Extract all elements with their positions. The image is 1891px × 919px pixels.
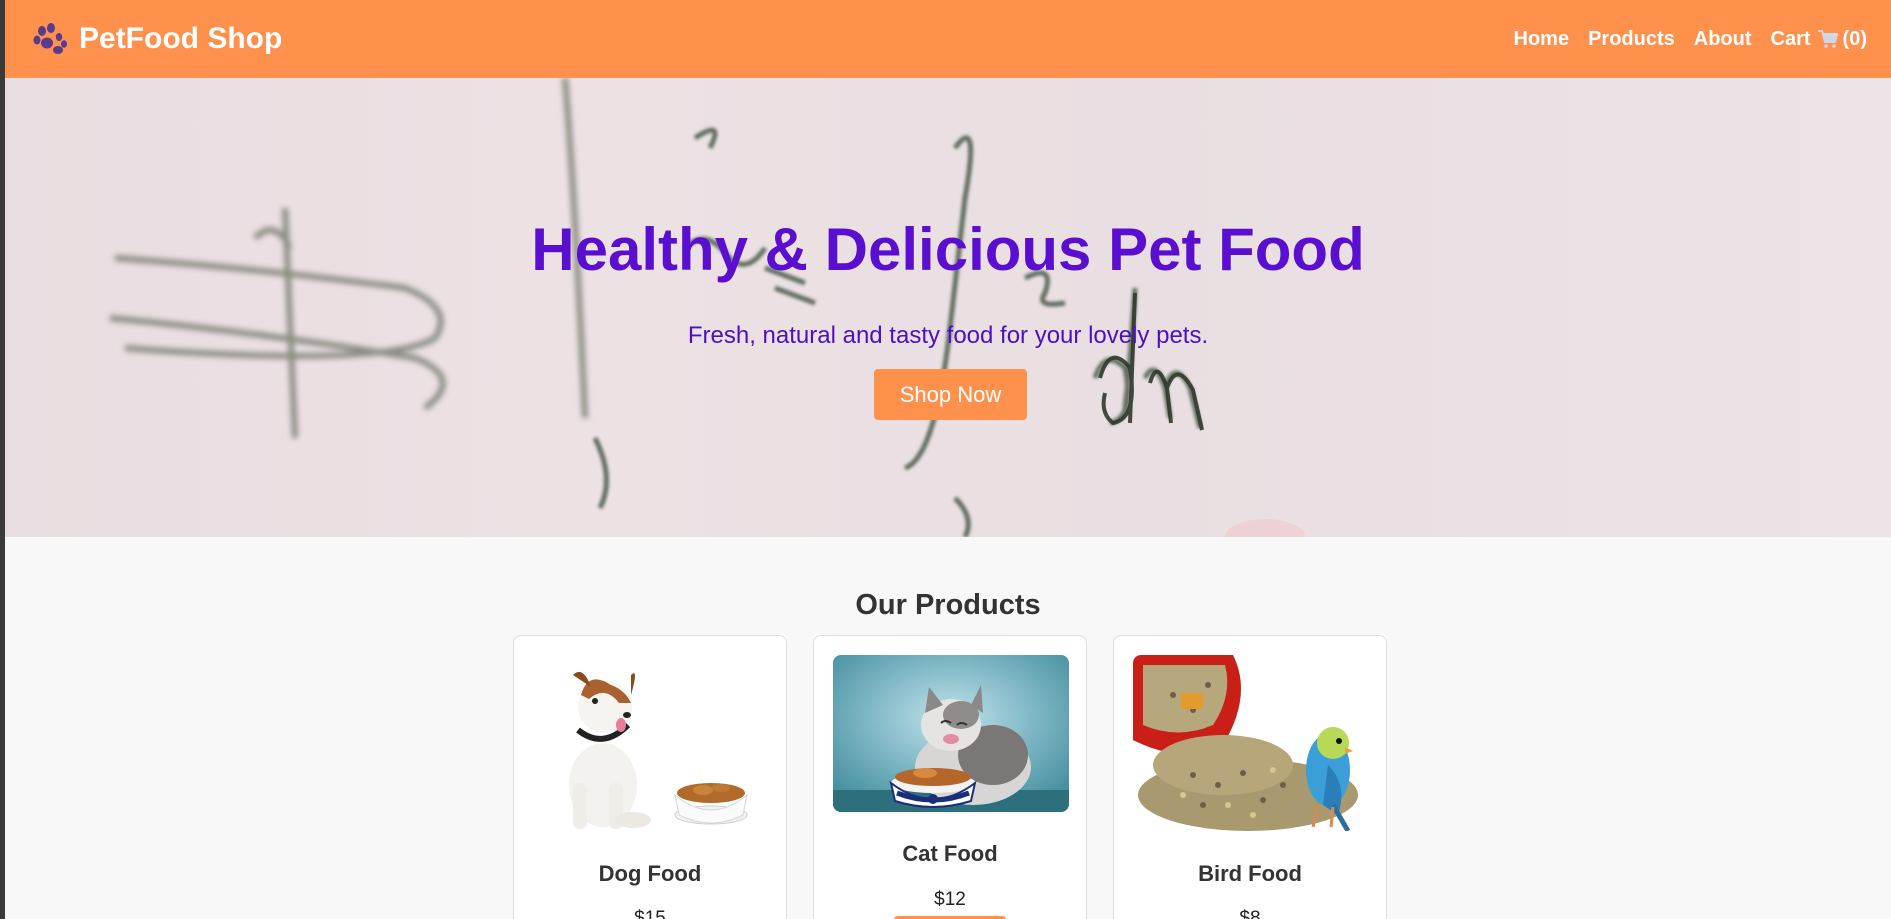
bird-food-image bbox=[1133, 655, 1369, 831]
cat-illustration bbox=[833, 655, 1069, 812]
product-price: $15 bbox=[634, 908, 666, 919]
nav-cart[interactable]: Cart (0) bbox=[1771, 28, 1867, 51]
brand-name: PetFood Shop bbox=[79, 22, 283, 55]
cart-label: Cart bbox=[1770, 27, 1811, 50]
dog-food-image bbox=[533, 655, 769, 831]
product-price: $12 bbox=[934, 889, 966, 910]
nav-products[interactable]: Products bbox=[1588, 28, 1675, 51]
products-heading: Our Products bbox=[855, 589, 1041, 621]
shop-now-button[interactable]: Shop Now bbox=[874, 369, 1027, 420]
hero-content: Healthy & Delicious Pet Food Fresh, natu… bbox=[5, 78, 1891, 537]
nav-links: Home Products About Cart (0) bbox=[1514, 28, 1868, 51]
hero-title: Healthy & Delicious Pet Food bbox=[531, 216, 1365, 283]
cart-icon bbox=[1817, 30, 1838, 48]
cat-food-image bbox=[833, 655, 1069, 812]
product-name: Bird Food bbox=[1198, 861, 1302, 886]
hero-subtitle: Fresh, natural and tasty food for your l… bbox=[687, 322, 1209, 349]
product-price: $8 bbox=[1239, 908, 1261, 919]
navbar: PetFood Shop Home Products About Cart (0… bbox=[5, 0, 1891, 78]
nav-about[interactable]: About bbox=[1694, 28, 1752, 51]
product-name: Cat Food bbox=[902, 841, 998, 866]
product-card-dog-food[interactable]: Dog Food $15 bbox=[513, 635, 787, 919]
brand-logo[interactable]: PetFood Shop bbox=[33, 22, 282, 56]
bird-illustration bbox=[1133, 655, 1369, 831]
page: PetFood Shop Home Products About Cart (0… bbox=[5, 0, 1891, 919]
dog-illustration bbox=[533, 655, 769, 831]
product-card-cat-food[interactable]: Cat Food $12 bbox=[813, 635, 1087, 919]
product-name: Dog Food bbox=[598, 861, 702, 886]
nav-home[interactable]: Home bbox=[1514, 28, 1570, 51]
cart-count: (0) bbox=[1842, 27, 1867, 50]
product-card-bird-food[interactable]: Bird Food $8 bbox=[1113, 635, 1387, 919]
paw-icon bbox=[33, 23, 67, 54]
hero-banner: Healthy & Delicious Pet Food Fresh, natu… bbox=[5, 78, 1891, 537]
